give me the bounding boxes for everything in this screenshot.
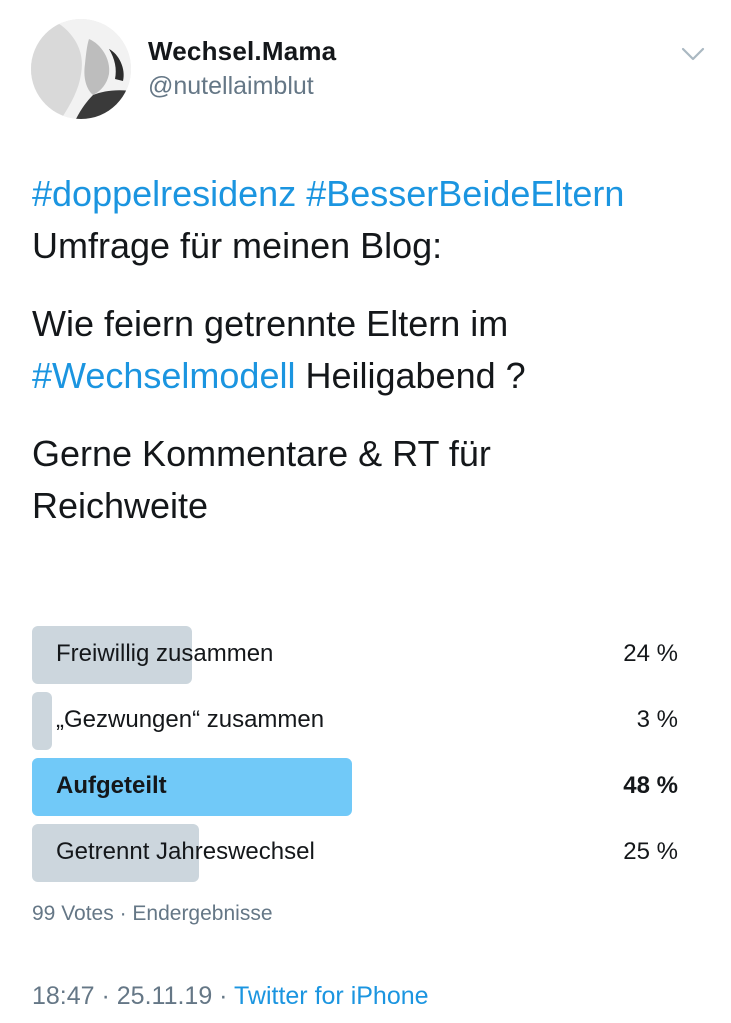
chevron-down-icon[interactable]: [681, 46, 705, 62]
tweet-line-hashtags: #doppelresidenz #BesserBeideEltern: [32, 168, 712, 220]
hashtag-besserbeideeltern[interactable]: #BesserBeideEltern: [306, 173, 624, 214]
user-handle[interactable]: @nutellaimblut: [148, 72, 314, 101]
hashtag-wechselmodell[interactable]: #Wechselmodell: [32, 355, 295, 396]
poll-option: Freiwillig zusammen 24 %: [32, 626, 678, 684]
timestamp-text: 18:47 · 25.11.19 ·: [32, 982, 235, 1010]
source-link[interactable]: Twitter for iPhone: [234, 982, 429, 1010]
tweet-line: Umfrage für meinen Blog:: [32, 225, 443, 266]
tweet-line: Reichweite: [32, 485, 209, 526]
poll-option-percent: 24 %: [623, 640, 678, 667]
tweet-line: Wie feiern getrennte Eltern im: [32, 303, 509, 344]
poll-option: Aufgeteilt 48 %: [32, 758, 678, 816]
poll-option: „Gezwungen“ zusammen 3 %: [32, 692, 678, 750]
display-name[interactable]: Wechsel.Mama: [148, 36, 336, 67]
tweet-text: #doppelresidenz #BesserBeideEltern Umfra…: [32, 168, 712, 532]
tweet-timestamp: 18:47 · 25.11.19 · Twitter for iPhone: [32, 982, 429, 1011]
poll-option-label: Getrennt Jahreswechsel: [56, 838, 315, 865]
poll-option-percent: 48 %: [623, 772, 678, 799]
poll-option-percent: 3 %: [636, 706, 678, 733]
poll-bar: [32, 692, 52, 750]
tweet-line-rest: Heiligabend ?: [295, 355, 526, 396]
poll: Freiwillig zusammen 24 % „Gezwungen“ zus…: [32, 626, 678, 890]
poll-option: Getrennt Jahreswechsel 25 %: [32, 824, 678, 882]
avatar-photo: [31, 19, 131, 119]
poll-option-label: „Gezwungen“ zusammen: [56, 706, 325, 733]
poll-option-percent: 25 %: [623, 838, 678, 865]
tweet-line: Gerne Kommentare & RT für: [32, 433, 491, 474]
avatar[interactable]: [31, 19, 131, 119]
poll-vote-summary: 99 Votes · Endergebnisse: [32, 902, 273, 925]
poll-option-label: Aufgeteilt: [56, 772, 167, 799]
poll-option-label: Freiwillig zusammen: [56, 640, 274, 667]
hashtag-doppelresidenz[interactable]: #doppelresidenz: [32, 173, 296, 214]
tweet-line: #Wechselmodell Heiligabend ?: [32, 350, 712, 402]
